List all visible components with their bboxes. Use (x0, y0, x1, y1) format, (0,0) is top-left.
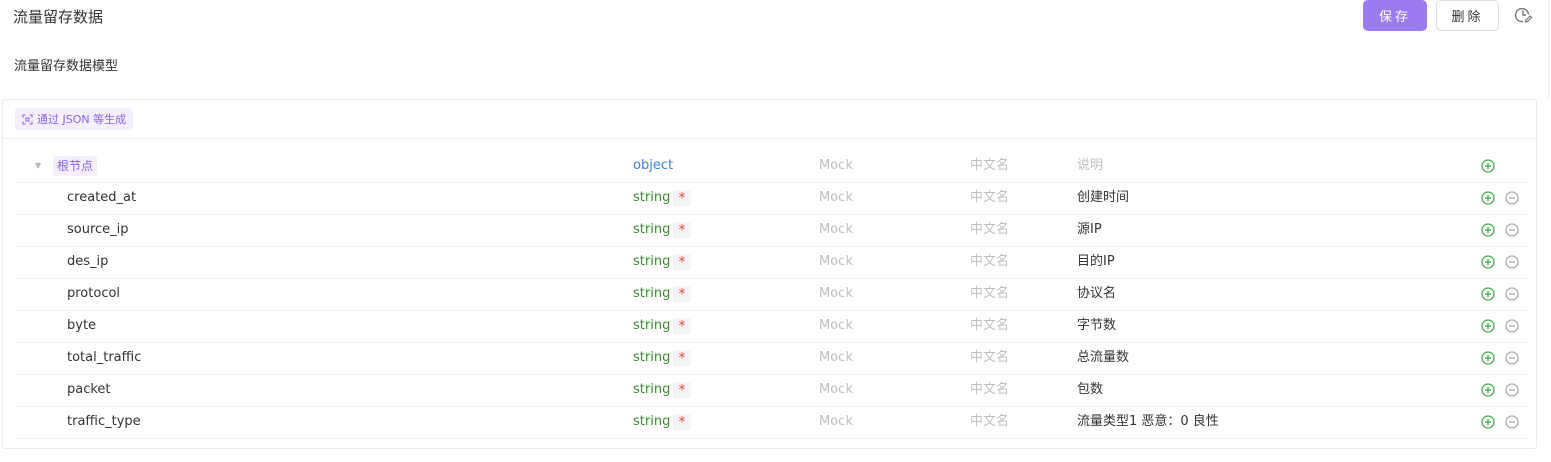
field-type-select[interactable]: string (633, 310, 670, 342)
field-mock-input[interactable]: Mock (819, 406, 853, 438)
field-type-select[interactable]: string (633, 342, 670, 374)
field-name-input[interactable]: source_ip (67, 214, 129, 246)
field-name-input[interactable]: total_traffic (67, 342, 141, 374)
schema-field-row: protocol string * Mock 中文名 协议名 (17, 278, 1529, 311)
divider (3, 138, 1536, 139)
root-desc-input[interactable]: 说明 (1077, 150, 1103, 182)
field-type-select[interactable]: string (633, 374, 670, 406)
field-mock-input[interactable]: Mock (819, 374, 853, 406)
required-toggle[interactable]: * (673, 254, 691, 270)
field-mock-input[interactable]: Mock (819, 246, 853, 278)
field-desc-input[interactable]: 流量类型1 恶意：0 良性 (1077, 406, 1219, 438)
field-type-select[interactable]: string (633, 406, 670, 438)
field-desc-input[interactable]: 协议名 (1077, 278, 1116, 310)
field-cn-input[interactable]: 中文名 (970, 278, 1009, 310)
field-name-input[interactable]: des_ip (67, 246, 108, 278)
caret-down-icon[interactable]: ▼ (35, 150, 41, 182)
remove-field-icon[interactable] (1505, 287, 1519, 301)
add-sibling-icon[interactable] (1481, 223, 1495, 237)
add-sibling-icon[interactable] (1481, 383, 1495, 397)
add-sibling-icon[interactable] (1481, 191, 1495, 205)
remove-field-icon[interactable] (1505, 223, 1519, 237)
required-toggle[interactable]: * (673, 190, 691, 206)
history-edit-icon[interactable] (1513, 5, 1533, 25)
field-mock-input[interactable]: Mock (819, 342, 853, 374)
save-button[interactable]: 保存 (1363, 0, 1427, 31)
required-toggle[interactable]: * (673, 414, 691, 430)
schema-field-row: total_traffic string * Mock 中文名 总流量数 (17, 342, 1529, 375)
remove-field-icon[interactable] (1505, 383, 1519, 397)
model-name: 流量留存数据模型 (14, 59, 119, 74)
field-name-input[interactable]: protocol (67, 278, 120, 310)
delete-button[interactable]: 删除 (1436, 0, 1499, 31)
field-name-input[interactable]: packet (67, 374, 111, 406)
add-sibling-icon[interactable] (1481, 255, 1495, 269)
field-name-input[interactable]: created_at (67, 182, 136, 214)
page-title: 流量留存数据 (13, 8, 104, 26)
schema-field-row: des_ip string * Mock 中文名 目的IP (17, 246, 1529, 279)
field-mock-input[interactable]: Mock (819, 182, 853, 214)
required-toggle[interactable]: * (673, 382, 691, 398)
required-toggle[interactable]: * (673, 286, 691, 302)
scan-icon (22, 113, 33, 125)
required-toggle[interactable]: * (673, 318, 691, 334)
schema-field-row: byte string * Mock 中文名 字节数 (17, 310, 1529, 343)
schema-field-row: created_at string * Mock 中文名 创建时间 (17, 182, 1529, 215)
generate-from-json-button[interactable]: 通过 JSON 等生成 (15, 108, 134, 130)
add-sibling-icon[interactable] (1481, 319, 1495, 333)
remove-field-icon[interactable] (1505, 191, 1519, 205)
divider (1548, 0, 1549, 98)
field-name-input[interactable]: traffic_type (67, 406, 141, 438)
field-desc-input[interactable]: 字节数 (1077, 310, 1116, 342)
field-cn-input[interactable]: 中文名 (970, 406, 1009, 438)
field-cn-input[interactable]: 中文名 (970, 246, 1009, 278)
schema-field-row: traffic_type string * Mock 中文名 流量类型1 恶意：0 良性 (17, 406, 1529, 439)
field-mock-input[interactable]: Mock (819, 310, 853, 342)
remove-field-icon[interactable] (1505, 415, 1519, 429)
field-desc-input[interactable]: 创建时间 (1077, 182, 1129, 214)
required-toggle[interactable]: * (673, 350, 691, 366)
add-child-icon[interactable] (1481, 159, 1495, 173)
field-type-select[interactable]: string (633, 182, 670, 214)
field-type-select[interactable]: string (633, 214, 670, 246)
add-sibling-icon[interactable] (1481, 415, 1495, 429)
generate-label: 通过 JSON 等生成 (37, 113, 127, 126)
field-desc-input[interactable]: 包数 (1077, 374, 1103, 406)
field-cn-input[interactable]: 中文名 (970, 214, 1009, 246)
field-cn-input[interactable]: 中文名 (970, 342, 1009, 374)
field-cn-input[interactable]: 中文名 (970, 182, 1009, 214)
add-sibling-icon[interactable] (1481, 351, 1495, 365)
schema-field-row: source_ip string * Mock 中文名 源IP (17, 214, 1529, 247)
field-mock-input[interactable]: Mock (819, 214, 853, 246)
schema-root-row: ▼ 根节点 object Mock 中文名 说明 (17, 150, 1529, 183)
schema-field-row: packet string * Mock 中文名 包数 (17, 374, 1529, 407)
field-mock-input[interactable]: Mock (819, 278, 853, 310)
field-cn-input[interactable]: 中文名 (970, 374, 1009, 406)
field-cn-input[interactable]: 中文名 (970, 310, 1009, 342)
field-desc-input[interactable]: 目的IP (1077, 246, 1115, 278)
root-type-select[interactable]: object (633, 150, 673, 182)
root-node-label[interactable]: 根节点 (53, 156, 98, 176)
field-name-input[interactable]: byte (67, 310, 96, 342)
remove-field-icon[interactable] (1505, 319, 1519, 333)
remove-field-icon[interactable] (1505, 255, 1519, 269)
remove-field-icon[interactable] (1505, 351, 1519, 365)
field-desc-input[interactable]: 源IP (1077, 214, 1102, 246)
field-type-select[interactable]: string (633, 246, 670, 278)
required-toggle[interactable]: * (673, 222, 691, 238)
root-mock-input[interactable]: Mock (819, 150, 853, 182)
field-type-select[interactable]: string (633, 278, 670, 310)
root-cn-input[interactable]: 中文名 (970, 150, 1009, 182)
field-desc-input[interactable]: 总流量数 (1077, 342, 1129, 374)
schema-editor-panel: 通过 JSON 等生成 ▼ 根节点 object Mock 中文名 说明 cre… (2, 99, 1537, 449)
add-sibling-icon[interactable] (1481, 287, 1495, 301)
